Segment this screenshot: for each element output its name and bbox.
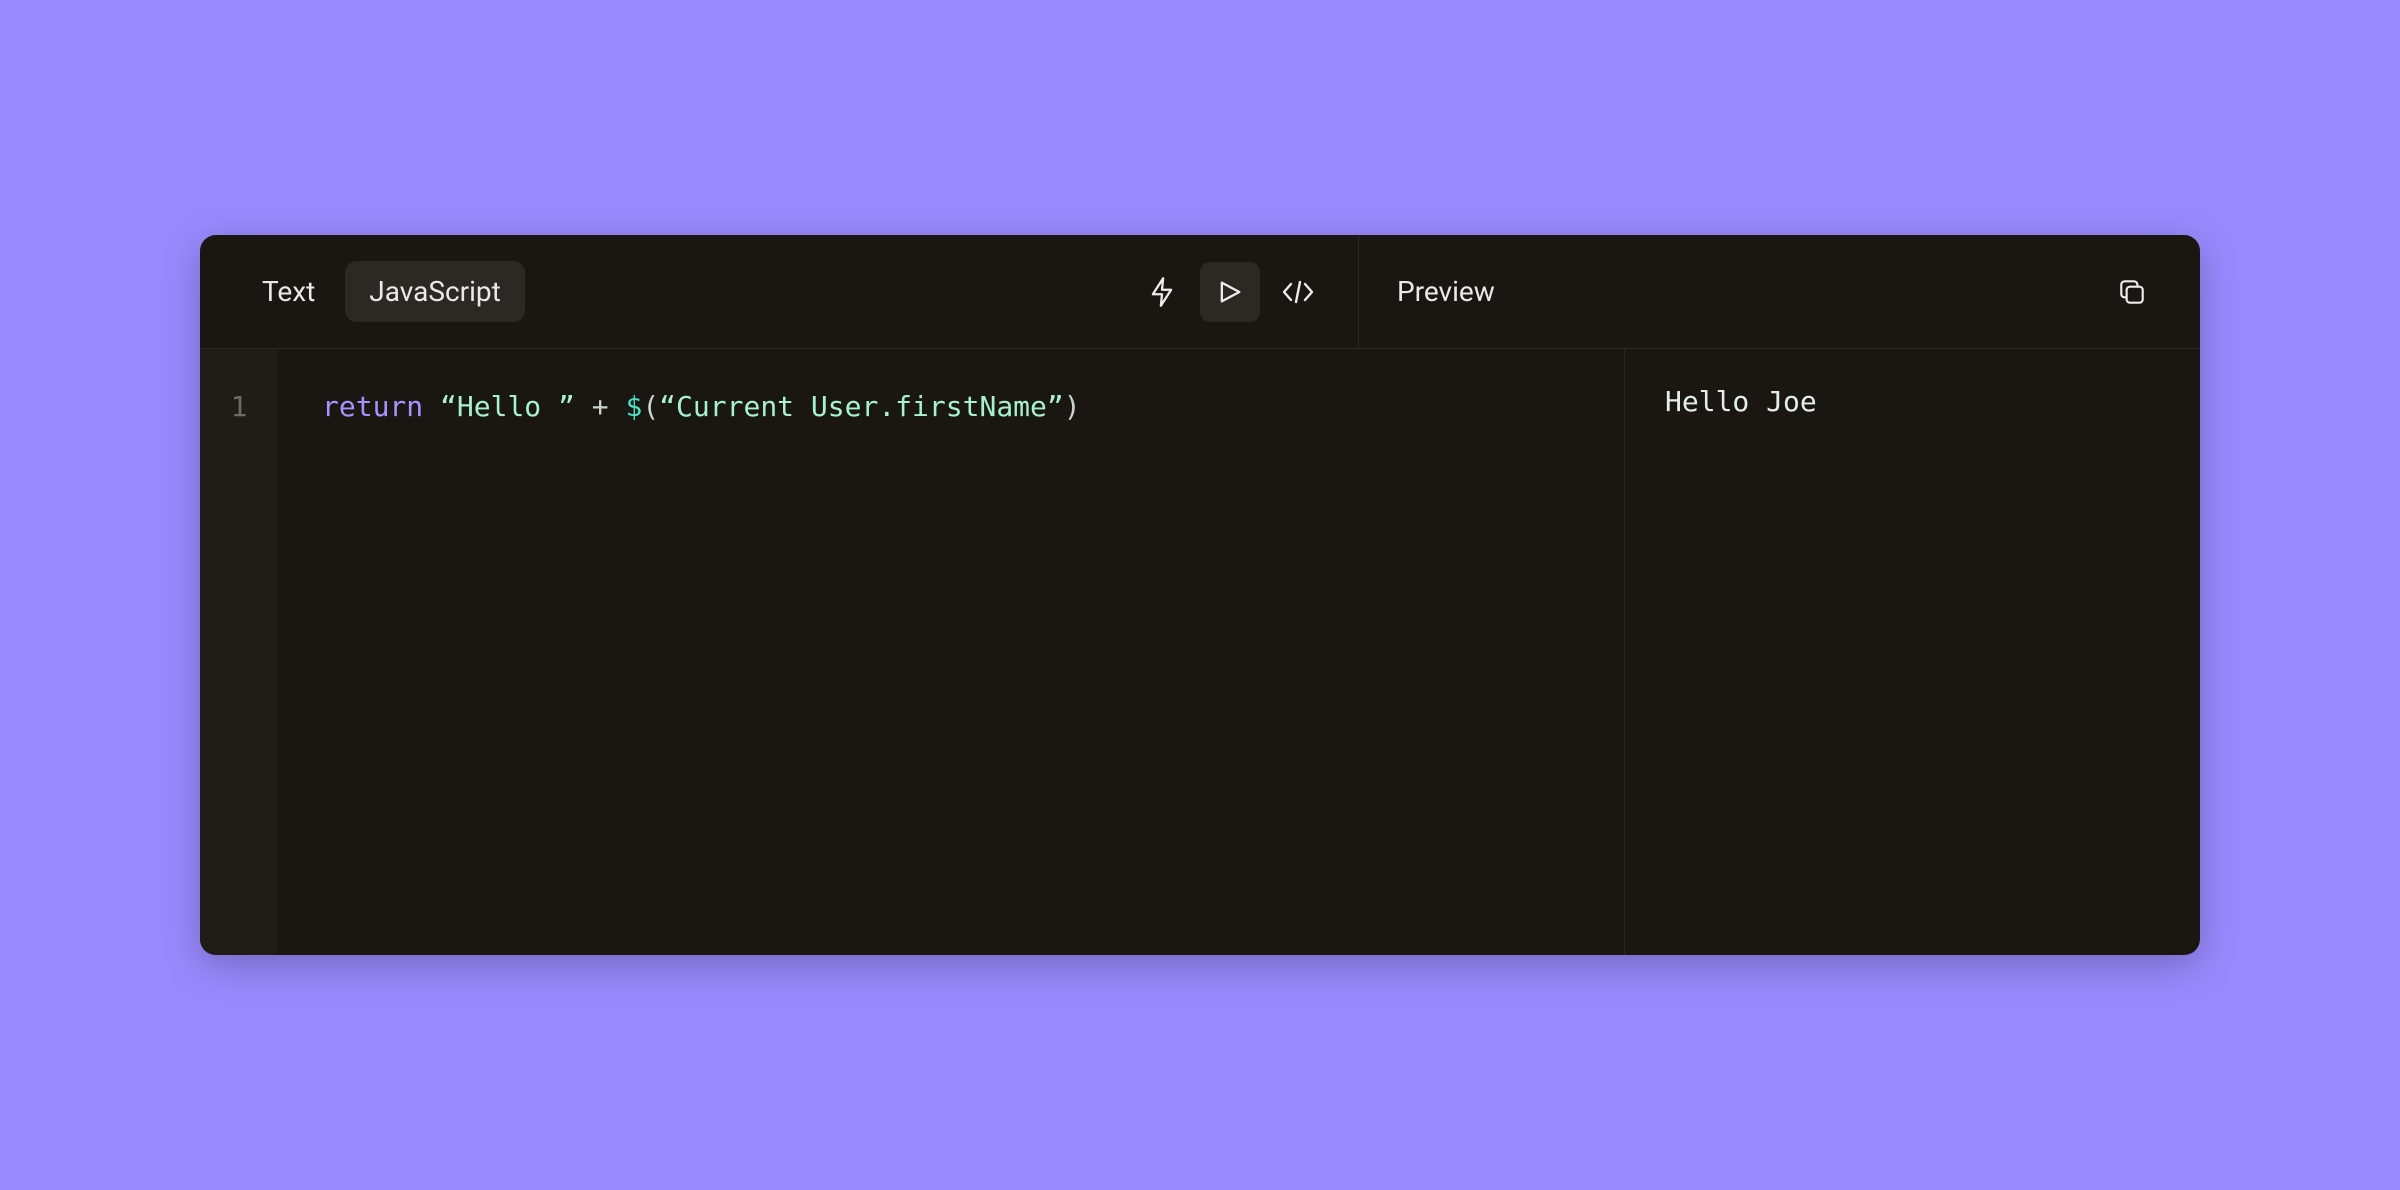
copy-icon[interactable] [2102, 262, 2162, 322]
mode-tabs: Text JavaScript [238, 261, 525, 322]
line-number: 1 [200, 385, 278, 430]
code-editor[interactable]: 1 return “Hello ” + $(“Current User.firs… [200, 349, 1624, 955]
token-string: “Hello ” [440, 390, 575, 423]
preview-output: Hello Joe [1665, 385, 2160, 418]
tab-javascript[interactable]: JavaScript [345, 261, 525, 322]
tab-text[interactable]: Text [238, 261, 339, 322]
toolbar-divider [1358, 235, 1359, 349]
code-icon[interactable] [1268, 262, 1328, 322]
token-function: $ [625, 390, 642, 423]
token-space [423, 390, 440, 423]
preview-heading: Preview [1397, 275, 1495, 308]
preview-pane: Hello Joe [1624, 349, 2200, 955]
code-content[interactable]: return “Hello ” + $(“Current User.firstN… [278, 349, 1624, 955]
toolbar-actions [1132, 262, 1328, 322]
token-space [609, 390, 626, 423]
token-operator: + [592, 390, 609, 423]
line-gutter: 1 [200, 349, 278, 955]
bolt-icon[interactable] [1132, 262, 1192, 322]
token-space [575, 390, 592, 423]
editor-body: 1 return “Hello ” + $(“Current User.firs… [200, 349, 2200, 955]
token-string: “Current User.firstName” [659, 390, 1064, 423]
play-icon[interactable] [1200, 262, 1260, 322]
toolbar: Text JavaScript [200, 235, 2200, 349]
token-paren: ( [642, 390, 659, 423]
token-paren: ) [1064, 390, 1081, 423]
code-editor-window: Text JavaScript [200, 235, 2200, 955]
token-keyword: return [322, 390, 423, 423]
